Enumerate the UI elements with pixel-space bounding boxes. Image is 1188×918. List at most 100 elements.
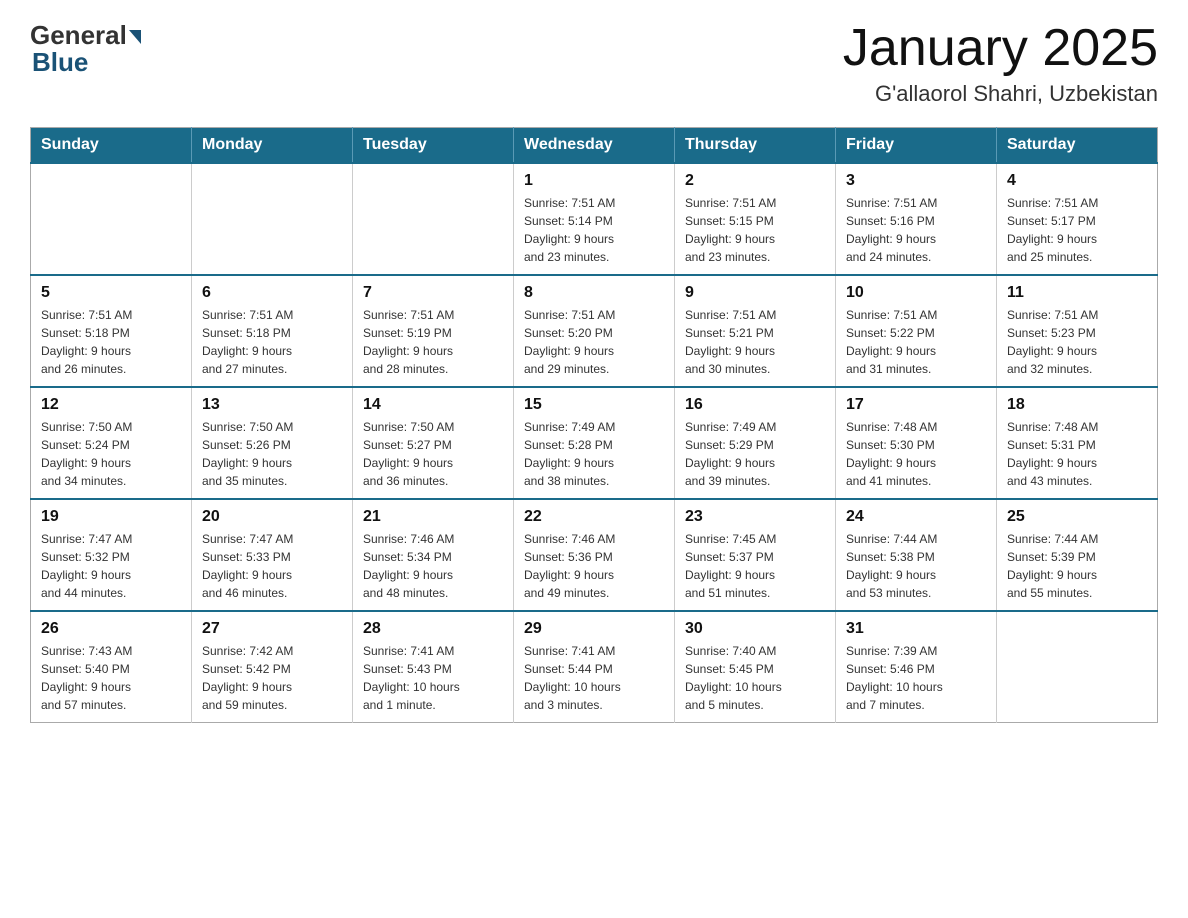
day-info: Sunrise: 7:39 AMSunset: 5:46 PMDaylight:… <box>846 642 986 714</box>
day-info: Sunrise: 7:48 AMSunset: 5:30 PMDaylight:… <box>846 418 986 490</box>
day-info: Sunrise: 7:51 AMSunset: 5:18 PMDaylight:… <box>202 306 342 378</box>
calendar-cell: 6 Sunrise: 7:51 AMSunset: 5:18 PMDaylight… <box>192 275 353 387</box>
calendar-cell: 10 Sunrise: 7:51 AMSunset: 5:22 PMDayligh… <box>836 275 997 387</box>
logo: General Blue <box>30 20 141 78</box>
day-number: 26 <box>41 620 181 638</box>
calendar-cell: 1 Sunrise: 7:51 AMSunset: 5:14 PMDaylight… <box>514 163 675 275</box>
day-info: Sunrise: 7:43 AMSunset: 5:40 PMDaylight:… <box>41 642 181 714</box>
day-info: Sunrise: 7:51 AMSunset: 5:21 PMDaylight:… <box>685 306 825 378</box>
week-row-3: 12Sunrise: 7:50 AMSunset: 5:24 PMDayligh… <box>31 387 1158 499</box>
day-header-friday: Friday <box>836 128 997 164</box>
day-number: 16 <box>685 396 825 414</box>
day-number: 25 <box>1007 508 1147 526</box>
day-info: Sunrise: 7:47 AMSunset: 5:32 PMDaylight:… <box>41 530 181 602</box>
calendar-cell: 31 Sunrise: 7:39 AMSunset: 5:46 PMDayligh… <box>836 611 997 723</box>
calendar-cell: 18 Sunrise: 7:48 AMSunset: 5:31 PMDayligh… <box>997 387 1158 499</box>
calendar-title: January 2025 <box>843 20 1158 77</box>
day-number: 17 <box>846 396 986 414</box>
day-header-sunday: Sunday <box>31 128 192 164</box>
calendar-cell: 27 Sunrise: 7:42 AMSunset: 5:42 PMDayligh… <box>192 611 353 723</box>
calendar-header: SundayMondayTuesdayWednesdayThursdayFrid… <box>31 128 1158 164</box>
day-info: Sunrise: 7:45 AMSunset: 5:37 PMDaylight:… <box>685 530 825 602</box>
page-header: General Blue January 2025 G'allaorol Sha… <box>30 20 1158 107</box>
day-info: Sunrise: 7:48 AMSunset: 5:31 PMDaylight:… <box>1007 418 1147 490</box>
day-info: Sunrise: 7:51 AMSunset: 5:14 PMDaylight:… <box>524 194 664 266</box>
day-number: 2 <box>685 172 825 190</box>
calendar-cell: 23Sunrise: 7:45 AMSunset: 5:37 PMDayligh… <box>675 499 836 611</box>
calendar-subtitle: G'allaorol Shahri, Uzbekistan <box>843 81 1158 107</box>
calendar-cell: 7Sunrise: 7:51 AMSunset: 5:19 PMDaylight… <box>353 275 514 387</box>
day-number: 13 <box>202 396 342 414</box>
logo-blue-text: Blue <box>30 47 88 78</box>
day-info: Sunrise: 7:51 AMSunset: 5:16 PMDaylight:… <box>846 194 986 266</box>
day-info: Sunrise: 7:51 AMSunset: 5:22 PMDaylight:… <box>846 306 986 378</box>
calendar-cell <box>31 163 192 275</box>
day-info: Sunrise: 7:44 AMSunset: 5:39 PMDaylight:… <box>1007 530 1147 602</box>
calendar-cell: 4Sunrise: 7:51 AMSunset: 5:17 PMDaylight… <box>997 163 1158 275</box>
day-number: 15 <box>524 396 664 414</box>
day-number: 29 <box>524 620 664 638</box>
calendar-cell: 22Sunrise: 7:46 AMSunset: 5:36 PMDayligh… <box>514 499 675 611</box>
day-info: Sunrise: 7:51 AMSunset: 5:15 PMDaylight:… <box>685 194 825 266</box>
day-info: Sunrise: 7:42 AMSunset: 5:42 PMDaylight:… <box>202 642 342 714</box>
day-info: Sunrise: 7:49 AMSunset: 5:29 PMDaylight:… <box>685 418 825 490</box>
calendar-cell: 19 Sunrise: 7:47 AMSunset: 5:32 PMDayligh… <box>31 499 192 611</box>
day-number: 3 <box>846 172 986 190</box>
calendar-cell: 8Sunrise: 7:51 AMSunset: 5:20 PMDaylight… <box>514 275 675 387</box>
calendar-cell: 29 Sunrise: 7:41 AMSunset: 5:44 PMDayligh… <box>514 611 675 723</box>
calendar-cell: 24Sunrise: 7:44 AMSunset: 5:38 PMDayligh… <box>836 499 997 611</box>
calendar-cell: 30Sunrise: 7:40 AMSunset: 5:45 PMDayligh… <box>675 611 836 723</box>
calendar-cell: 15 Sunrise: 7:49 AMSunset: 5:28 PMDayligh… <box>514 387 675 499</box>
calendar-cell: 12Sunrise: 7:50 AMSunset: 5:24 PMDayligh… <box>31 387 192 499</box>
day-number: 31 <box>846 620 986 638</box>
day-number: 1 <box>524 172 664 190</box>
calendar-cell: 17 Sunrise: 7:48 AMSunset: 5:30 PMDayligh… <box>836 387 997 499</box>
day-number: 19 <box>41 508 181 526</box>
day-number: 5 <box>41 284 181 302</box>
day-info: Sunrise: 7:41 AMSunset: 5:44 PMDaylight:… <box>524 642 664 714</box>
calendar-cell: 9 Sunrise: 7:51 AMSunset: 5:21 PMDaylight… <box>675 275 836 387</box>
calendar-cell: 21 Sunrise: 7:46 AMSunset: 5:34 PMDayligh… <box>353 499 514 611</box>
calendar-cell: 5 Sunrise: 7:51 AMSunset: 5:18 PMDaylight… <box>31 275 192 387</box>
day-header-thursday: Thursday <box>675 128 836 164</box>
day-number: 28 <box>363 620 503 638</box>
day-info: Sunrise: 7:44 AMSunset: 5:38 PMDaylight:… <box>846 530 986 602</box>
day-info: Sunrise: 7:40 AMSunset: 5:45 PMDaylight:… <box>685 642 825 714</box>
day-info: Sunrise: 7:51 AMSunset: 5:18 PMDaylight:… <box>41 306 181 378</box>
day-info: Sunrise: 7:46 AMSunset: 5:36 PMDaylight:… <box>524 530 664 602</box>
calendar-cell: 11Sunrise: 7:51 AMSunset: 5:23 PMDayligh… <box>997 275 1158 387</box>
day-info: Sunrise: 7:49 AMSunset: 5:28 PMDaylight:… <box>524 418 664 490</box>
calendar-cell: 3 Sunrise: 7:51 AMSunset: 5:16 PMDaylight… <box>836 163 997 275</box>
logo-arrow-icon <box>129 30 141 44</box>
title-area: January 2025 G'allaorol Shahri, Uzbekist… <box>843 20 1158 107</box>
day-info: Sunrise: 7:50 AMSunset: 5:26 PMDaylight:… <box>202 418 342 490</box>
week-row-5: 26 Sunrise: 7:43 AMSunset: 5:40 PMDayligh… <box>31 611 1158 723</box>
day-number: 9 <box>685 284 825 302</box>
calendar-table: SundayMondayTuesdayWednesdayThursdayFrid… <box>30 127 1158 723</box>
calendar-cell: 16 Sunrise: 7:49 AMSunset: 5:29 PMDayligh… <box>675 387 836 499</box>
calendar-cell: 2 Sunrise: 7:51 AMSunset: 5:15 PMDaylight… <box>675 163 836 275</box>
calendar-cell: 13 Sunrise: 7:50 AMSunset: 5:26 PMDayligh… <box>192 387 353 499</box>
calendar-cell <box>192 163 353 275</box>
day-number: 14 <box>363 396 503 414</box>
day-info: Sunrise: 7:46 AMSunset: 5:34 PMDaylight:… <box>363 530 503 602</box>
week-row-4: 19 Sunrise: 7:47 AMSunset: 5:32 PMDayligh… <box>31 499 1158 611</box>
calendar-cell <box>997 611 1158 723</box>
calendar-body: 1 Sunrise: 7:51 AMSunset: 5:14 PMDaylight… <box>31 163 1158 723</box>
day-info: Sunrise: 7:47 AMSunset: 5:33 PMDaylight:… <box>202 530 342 602</box>
day-number: 18 <box>1007 396 1147 414</box>
day-number: 6 <box>202 284 342 302</box>
day-info: Sunrise: 7:41 AMSunset: 5:43 PMDaylight:… <box>363 642 503 714</box>
day-header-saturday: Saturday <box>997 128 1158 164</box>
day-number: 8 <box>524 284 664 302</box>
day-info: Sunrise: 7:51 AMSunset: 5:23 PMDaylight:… <box>1007 306 1147 378</box>
day-header-monday: Monday <box>192 128 353 164</box>
calendar-cell: 26 Sunrise: 7:43 AMSunset: 5:40 PMDayligh… <box>31 611 192 723</box>
day-number: 20 <box>202 508 342 526</box>
day-number: 21 <box>363 508 503 526</box>
day-number: 12 <box>41 396 181 414</box>
day-number: 27 <box>202 620 342 638</box>
day-number: 7 <box>363 284 503 302</box>
day-number: 4 <box>1007 172 1147 190</box>
day-number: 10 <box>846 284 986 302</box>
